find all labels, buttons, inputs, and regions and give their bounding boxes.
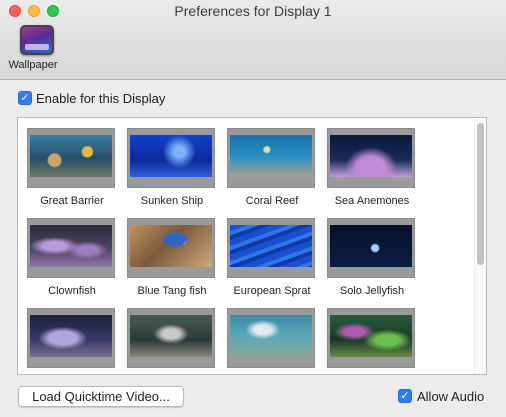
wallpaper-thumbnail [227, 218, 315, 278]
wallpaper-preview-image [330, 135, 412, 177]
wallpaper-thumbnail [27, 128, 115, 188]
wallpaper-item[interactable]: Alligator/Catfish [122, 303, 222, 374]
wallpaper-preview-image [230, 225, 312, 267]
wallpaper-label: Coral Reef [245, 195, 299, 207]
wallpaper-label: Great Barrier [40, 195, 104, 207]
wallpaper-label: Clownfish [48, 285, 96, 297]
wallpaper-preview-image [230, 315, 312, 357]
wallpaper-item[interactable]: Thailand [222, 303, 322, 374]
wallpaper-thumbnail [127, 218, 215, 278]
wallpaper-item[interactable]: Great Barrier [22, 123, 122, 218]
wallpaper-thumbnail [327, 308, 415, 368]
wallpaper-preview-image [30, 315, 112, 357]
wallpaper-item[interactable]: Sunken Ship [122, 123, 222, 218]
title-bar: Preferences for Display 1 Wallpaper [0, 0, 506, 80]
wallpaper-thumbnail [127, 308, 215, 368]
wallpaper-thumbnail [27, 218, 115, 278]
wallpaper-grid-panel: Great Barrier Sunken Ship Coral Reef Sea An… [17, 117, 487, 375]
wallpaper-preview-image [30, 135, 112, 177]
wallpaper-item[interactable]: Coral Reef [222, 123, 322, 218]
wallpaper-item[interactable]: European Sprat [222, 213, 322, 308]
wallpaper-preview-image [330, 225, 412, 267]
wallpaper-preview-image [30, 225, 112, 267]
wallpaper-item[interactable]: Sea Anemones [322, 123, 422, 218]
wallpaper-label: Blue Tang fish [137, 285, 207, 297]
wallpaper-label: European Sprat [233, 285, 311, 297]
wallpaper-preview-image [130, 225, 212, 267]
wallpaper-label: Solo Jellyfish [339, 285, 405, 297]
allow-audio-checkbox[interactable]: ✓ [398, 389, 412, 403]
wallpaper-preview-image [230, 135, 312, 177]
wallpaper-item[interactable]: Spotted Seahorse [322, 303, 422, 374]
load-quicktime-video-button[interactable]: Load Quicktime Video... [18, 386, 184, 407]
wallpaper-label: Sunken Ship [140, 195, 204, 207]
preferences-window: Preferences for Display 1 Wallpaper ✓ En… [0, 0, 506, 417]
wallpaper-item[interactable]: Single Grayfish [22, 303, 122, 374]
toolbar-item-wallpaper[interactable]: Wallpaper [4, 23, 62, 75]
enable-display-checkbox[interactable]: ✓ [18, 91, 32, 105]
wallpaper-item[interactable]: Solo Jellyfish [322, 213, 422, 308]
vertical-scrollbar[interactable] [474, 119, 485, 374]
wallpaper-preview-image [130, 135, 212, 177]
wallpaper-thumbnail [227, 128, 315, 188]
wallpaper-icon [20, 25, 54, 55]
wallpaper-thumbnail [27, 308, 115, 368]
wallpaper-thumbnail [327, 218, 415, 278]
wallpaper-preview-image [130, 315, 212, 357]
wallpaper-thumbnail [327, 128, 415, 188]
wallpaper-label: Sea Anemones [334, 195, 410, 207]
scrollbar-thumb[interactable] [477, 123, 484, 265]
allow-audio-label: Allow Audio [417, 389, 485, 404]
wallpaper-thumbnail [127, 128, 215, 188]
wallpaper-preview-image [330, 315, 412, 357]
wallpaper-item[interactable]: Clownfish [22, 213, 122, 308]
enable-display-label: Enable for this Display [36, 91, 166, 106]
wallpaper-item[interactable]: Blue Tang fish [122, 213, 222, 308]
toolbar-item-label: Wallpaper [8, 59, 58, 71]
window-title: Preferences for Display 1 [174, 3, 332, 19]
wallpaper-thumbnail [227, 308, 315, 368]
